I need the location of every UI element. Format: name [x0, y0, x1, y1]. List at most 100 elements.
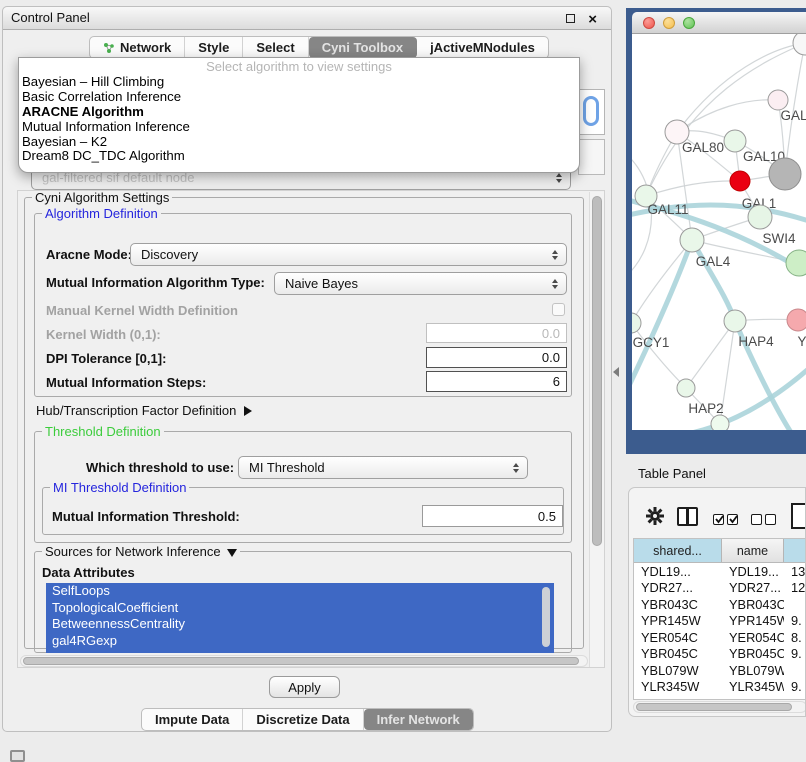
tab-jactivemnodules[interactable]: jActiveMNodules: [417, 37, 548, 58]
sources-group-title: Sources for Network Inference: [42, 544, 240, 559]
mi-type-combo[interactable]: Naive Bayes: [274, 272, 567, 295]
table-row[interactable]: YPR145WYPR145W9.: [634, 613, 806, 630]
gear-icon[interactable]: [645, 506, 665, 531]
mi-type-value: Naive Bayes: [285, 276, 358, 291]
network-node-label: GAL80: [682, 140, 724, 155]
tab-network[interactable]: Network: [90, 37, 185, 58]
tab-infer-network[interactable]: Infer Network: [364, 709, 473, 730]
mi-steps-input[interactable]: [426, 371, 567, 392]
table-column-header[interactable]: [784, 539, 806, 562]
network-desktop: GALGAL80GAL10GAL1GAL11SWI4GAL4GCY1HAP4YH…: [626, 8, 806, 454]
manual-kernel-checkbox[interactable]: [552, 303, 565, 316]
settings-vertical-scrollbar[interactable]: [589, 192, 604, 667]
kernel-width-input[interactable]: [426, 323, 567, 343]
network-node-label: SWI4: [762, 231, 795, 246]
kernel-width-label: Kernel Width (0,1):: [46, 327, 161, 342]
cyni-bottom-tabbar: Impute DataDiscretize DataInfer Network: [141, 708, 474, 731]
dpi-tolerance-input[interactable]: [426, 347, 567, 368]
network-node-swi4[interactable]: [786, 250, 806, 276]
checked-boxes-icon[interactable]: [713, 512, 741, 530]
table-column-header[interactable]: name: [722, 539, 784, 562]
table-cell: YLR345W: [722, 679, 784, 696]
table-horizontal-scrollbar[interactable]: [633, 701, 806, 713]
settings-horizontal-scrollbar-thumb[interactable]: [23, 657, 579, 665]
tab-cyni-toolbox[interactable]: Cyni Toolbox: [309, 37, 417, 58]
control-panel-titlebar: Control Panel ×: [3, 7, 611, 30]
table-row[interactable]: YBR045CYBR045C9.: [634, 646, 806, 663]
network-node[interactable]: [793, 34, 806, 55]
traffic-red-icon[interactable]: [643, 17, 655, 29]
hub-definition-toggle[interactable]: Hub/Transcription Factor Definition: [36, 403, 252, 418]
table-row[interactable]: YDL19...YDL19...13: [634, 563, 806, 580]
traffic-green-icon[interactable]: [683, 17, 695, 29]
table-row[interactable]: YER054CYER054C8.: [634, 629, 806, 646]
table-row[interactable]: YDR27...YDR27...12: [634, 580, 806, 597]
network-node-hap2[interactable]: [677, 379, 695, 397]
mi-threshold-input[interactable]: [422, 505, 563, 527]
table-cell: YDL19...: [722, 563, 784, 580]
network-edge: [686, 321, 735, 388]
table-header-row: shared...name: [634, 539, 806, 563]
algorithm-dropdown-popup: Select algorithm to view settings Bayesi…: [18, 57, 580, 173]
corner-panel-icon[interactable]: [10, 750, 25, 762]
network-node-gcy1[interactable]: [632, 313, 641, 333]
network-node-gal4[interactable]: [680, 228, 704, 252]
tab-style[interactable]: Style: [185, 37, 243, 58]
settings-horizontal-scrollbar[interactable]: [20, 655, 588, 667]
table-row[interactable]: YBR043CYBR043C: [634, 596, 806, 613]
attributes-list-scrollbar[interactable]: [542, 587, 550, 647]
network-canvas[interactable]: GALGAL80GAL10GAL1GAL11SWI4GAL4GCY1HAP4YH…: [632, 34, 806, 430]
network-window-titlebar[interactable]: [632, 12, 806, 34]
application-window: Control Panel × Network StyleSelectCyni T…: [0, 0, 806, 762]
table-row[interactable]: YBL079WYBL079W: [634, 662, 806, 679]
network-node[interactable]: [769, 158, 801, 190]
table-horizontal-scrollbar-thumb[interactable]: [636, 703, 792, 711]
algorithm-option[interactable]: Basic Correlation Inference: [19, 90, 579, 105]
unchecked-boxes-icon[interactable]: [751, 512, 779, 530]
float-icon[interactable]: [566, 14, 575, 23]
aracne-mode-combo[interactable]: Discovery: [130, 243, 567, 266]
algorithm-option[interactable]: Dream8 DC_TDC Algorithm: [19, 149, 579, 164]
data-attribute-item[interactable]: gal4RGexp: [46, 633, 554, 650]
algorithm-option[interactable]: Bayesian – Hill Climbing: [19, 75, 579, 90]
table-row[interactable]: YIL053CYIL053C9: [634, 695, 806, 700]
table-row[interactable]: YLR345WYLR345W9.: [634, 679, 806, 696]
network-node-gal[interactable]: [768, 90, 788, 110]
algorithm-option[interactable]: ARACNE Algorithm: [19, 105, 579, 120]
data-attribute-item[interactable]: SelfLoops: [46, 583, 554, 600]
network-node[interactable]: [748, 205, 772, 229]
network-node-y[interactable]: [787, 309, 806, 331]
settings-vertical-scrollbar-thumb[interactable]: [592, 196, 602, 546]
data-attribute-item[interactable]: BetweennessCentrality: [46, 616, 554, 633]
which-threshold-combo[interactable]: MI Threshold: [238, 456, 528, 479]
table-cell: YDR27...: [634, 580, 722, 597]
traffic-yellow-icon[interactable]: [663, 17, 675, 29]
combo-arrows-icon: [552, 279, 558, 289]
network-node-hap4[interactable]: [724, 310, 746, 332]
network-node-gal1[interactable]: [730, 171, 750, 191]
table-cell: 9: [784, 695, 806, 700]
node-table: shared...name YDL19...YDL19...13YDR27...…: [633, 538, 806, 700]
close-icon[interactable]: ×: [588, 9, 597, 31]
hub-definition-label: Hub/Transcription Factor Definition: [36, 403, 236, 418]
table-cell: 9.: [784, 679, 806, 696]
data-attribute-item[interactable]: TopologicalCoefficient: [46, 600, 554, 617]
algorithm-dropdown-list: Bayesian – Hill ClimbingBasic Correlatio…: [19, 75, 579, 164]
tab-discretize-data[interactable]: Discretize Data: [243, 709, 363, 730]
table-column-header[interactable]: shared...: [634, 539, 722, 562]
tab-label: Network: [120, 40, 171, 55]
network-node[interactable]: [711, 415, 729, 430]
tab-impute-data[interactable]: Impute Data: [142, 709, 243, 730]
tab-select[interactable]: Select: [243, 37, 308, 58]
network-node-label: GAL4: [696, 254, 731, 269]
page-icon[interactable]: [791, 503, 806, 529]
split-columns-icon[interactable]: [677, 507, 698, 526]
algorithm-option[interactable]: Mutual Information Inference: [19, 120, 579, 135]
combo-fragment: [578, 139, 605, 175]
apply-button[interactable]: Apply: [269, 676, 340, 698]
cyni-settings-group-title: Cyni Algorithm Settings: [32, 190, 172, 205]
table-cell: YBR043C: [722, 596, 784, 613]
panel-grip-icon[interactable]: [613, 367, 619, 377]
algorithm-option[interactable]: Bayesian – K2: [19, 135, 579, 150]
table-cell: YER054C: [634, 629, 722, 646]
